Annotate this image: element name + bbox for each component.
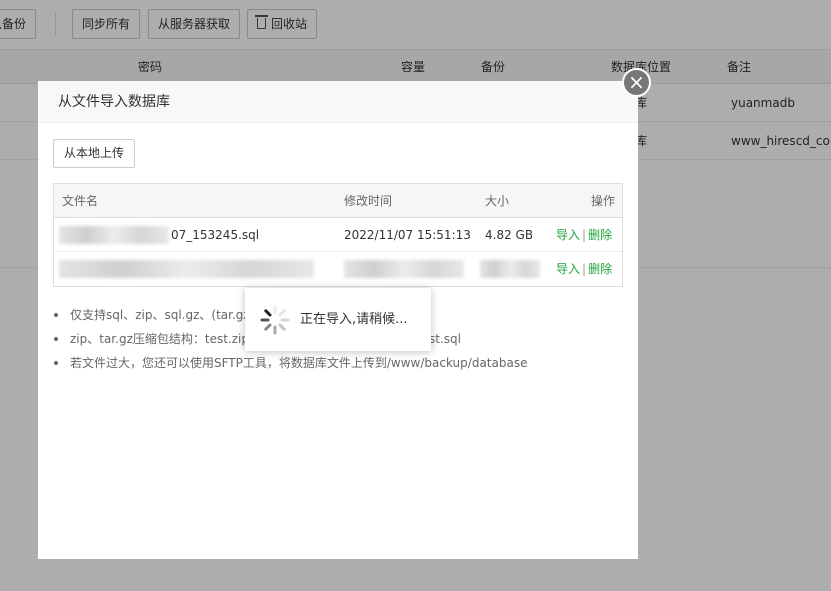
action-separator: | bbox=[582, 262, 587, 276]
import-link[interactable]: 导入 bbox=[556, 228, 580, 242]
dialog-title: 从文件导入数据库 bbox=[38, 81, 638, 123]
delete-link[interactable]: 删除 bbox=[588, 228, 612, 242]
col-modified: 修改时间 bbox=[344, 194, 393, 208]
row-actions: 导入 | 删除 bbox=[556, 252, 612, 286]
loading-text: 正在导入,请稍候... bbox=[300, 312, 408, 327]
modified-cell: 2022/11/07 15:51:13 bbox=[344, 228, 471, 242]
col-filename: 文件名 bbox=[62, 194, 99, 208]
action-separator: | bbox=[582, 228, 587, 242]
delete-link[interactable]: 删除 bbox=[588, 262, 612, 276]
close-icon: × bbox=[628, 70, 645, 94]
loading-toast: 正在导入,请稍候... bbox=[245, 288, 431, 351]
col-size: 大小 bbox=[485, 194, 510, 208]
note-item: 若文件过大，您还可以使用SFTP工具，将数据库文件上传到/www/backup/… bbox=[54, 351, 608, 375]
col-actions: 操作 bbox=[591, 194, 616, 208]
redacted-size bbox=[480, 260, 540, 278]
spinner-icon bbox=[260, 305, 290, 335]
note-fragment: st.sql bbox=[429, 332, 461, 346]
redacted-filename bbox=[59, 226, 169, 244]
filename-cell: 07_153245.sql bbox=[171, 228, 260, 242]
redacted-modified bbox=[344, 260, 464, 278]
close-dialog-button[interactable]: × bbox=[622, 68, 651, 97]
redacted-filename bbox=[59, 260, 314, 278]
table-row: 07_153245.sql 2022/11/07 15:51:13 4.82 G… bbox=[54, 218, 622, 252]
size-cell: 4.82 GB bbox=[485, 228, 534, 242]
file-table: 文件名 修改时间 大小 操作 07_153245.sql 2022/11/07 … bbox=[53, 183, 623, 287]
upload-local-button[interactable]: 从本地上传 bbox=[53, 139, 136, 168]
import-link[interactable]: 导入 bbox=[556, 262, 580, 276]
file-table-header: 文件名 修改时间 大小 操作 bbox=[54, 184, 622, 218]
note-text: zip、tar.gz压缩包结构：test.zip bbox=[70, 332, 249, 346]
table-row: 导入 | 删除 bbox=[54, 252, 622, 286]
row-actions: 导入 | 删除 bbox=[556, 218, 612, 252]
